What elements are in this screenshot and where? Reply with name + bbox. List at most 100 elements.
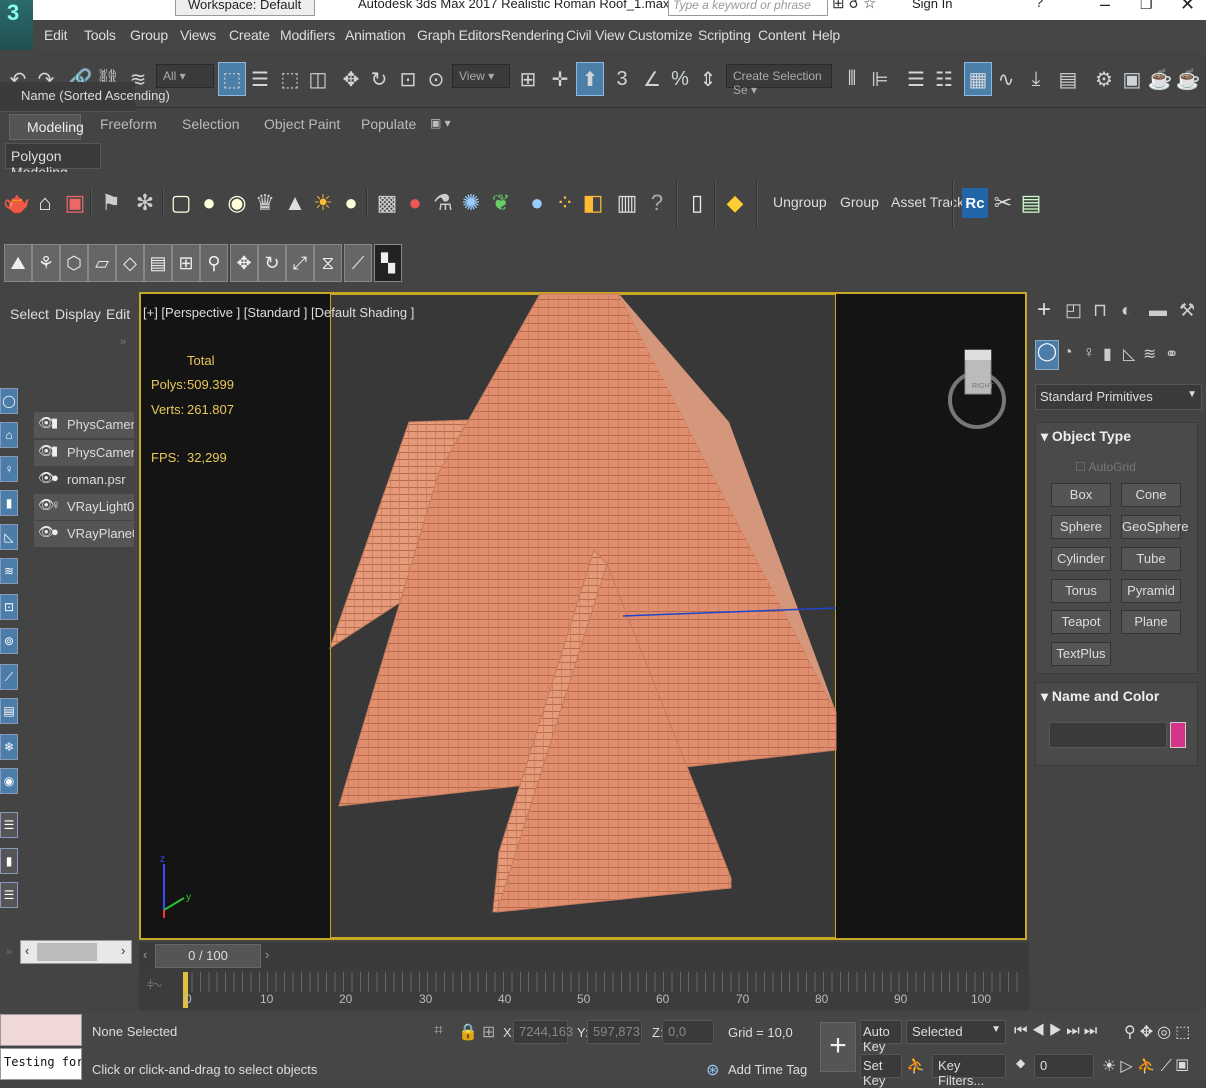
teapot-icon[interactable]: 🫖 xyxy=(3,188,30,218)
y-coordinate-field[interactable]: 597,873 xyxy=(587,1020,642,1044)
absolute-mode-icon[interactable]: ⊞ xyxy=(482,1022,495,1042)
display-geometry-icon[interactable]: ◯ xyxy=(0,388,18,414)
app-logo[interactable]: 3 xyxy=(0,0,33,50)
sphere-light-icon[interactable]: ◉ xyxy=(224,188,250,218)
sun-light-icon[interactable]: ☀ xyxy=(310,188,336,218)
scale-tool-icon[interactable]: ⤢ xyxy=(286,244,314,282)
time-tag-icon[interactable]: ⊛ xyxy=(706,1060,719,1080)
display-lights-icon[interactable]: ♀ xyxy=(0,456,18,482)
explorer-view-icon[interactable]: ▮ xyxy=(0,848,18,874)
x-coordinate-field[interactable]: 7244,163 xyxy=(513,1020,573,1044)
ambient-light-icon[interactable]: ● xyxy=(338,188,364,218)
selection-filter-dropdown[interactable]: All ▾ xyxy=(156,64,214,88)
recap-icon[interactable]: Rc xyxy=(962,188,988,218)
vray-frame-icon[interactable]: ◧ xyxy=(580,188,606,218)
rotate-tool-icon[interactable]: ↻ xyxy=(258,244,286,282)
modify-tab-icon[interactable]: ◰ xyxy=(1065,300,1082,321)
sphere-button[interactable]: Sphere xyxy=(1051,515,1111,539)
next-frame-icon[interactable]: › xyxy=(265,947,269,962)
tab-freeform[interactable]: Freeform xyxy=(100,116,157,132)
track-bar[interactable]: ⫩∿ 0 10 20 30 40 50 60 70 80 90 100 xyxy=(139,970,1029,1010)
menu-modifiers[interactable]: Modifiers xyxy=(280,27,335,43)
checker-icon[interactable]: ▚ xyxy=(374,244,402,282)
scroll-right-icon[interactable]: › xyxy=(121,943,125,958)
expand-icon[interactable]: » xyxy=(120,336,126,348)
vray-buffer-icon[interactable]: ▥ xyxy=(614,188,640,218)
collapse-icon[interactable]: » xyxy=(0,940,18,966)
display-groups-icon[interactable]: ⊡ xyxy=(0,594,18,620)
shapes-category-icon[interactable]: ◔ xyxy=(1063,344,1073,362)
mirror-tool-icon[interactable]: ⧖ xyxy=(314,244,342,282)
plane-button[interactable]: Plane xyxy=(1121,610,1181,634)
vray-grass-icon[interactable]: ❦ xyxy=(488,188,514,218)
rendered-frame-icon[interactable]: ▣ xyxy=(1118,62,1146,96)
stairs-icon[interactable]: ▤ xyxy=(144,244,172,282)
group-button[interactable]: Group xyxy=(840,194,879,210)
wall-icon[interactable]: ▱ xyxy=(88,244,116,282)
door-icon[interactable]: ⚲ xyxy=(200,244,228,282)
workspace-dropdown[interactable]: Workspace: Default xyxy=(175,0,315,16)
pivot-icon[interactable]: ⊞ xyxy=(514,62,542,96)
display-bones-icon[interactable]: ⟋ xyxy=(0,664,18,690)
time-slider-thumb[interactable]: 0 / 100 xyxy=(155,944,261,968)
systems-category-icon[interactable]: ⚭ xyxy=(1165,344,1178,364)
tools-icon[interactable]: ✂ xyxy=(990,188,1016,218)
teapot-button[interactable]: Teapot xyxy=(1051,610,1111,634)
menu-civil-view[interactable]: Civil View xyxy=(566,27,625,43)
selection-set-dropdown[interactable]: Create Selection Se ▾ xyxy=(726,64,832,97)
display-cameras-icon[interactable]: ▮ xyxy=(0,490,18,516)
scene-item-vrayplane[interactable]: 👁 ● VRayPlane001 xyxy=(34,521,134,547)
vray-scene-icon[interactable]: ◆ xyxy=(722,188,748,218)
display-helpers-icon[interactable]: ◺ xyxy=(0,524,18,550)
display-containers-icon[interactable]: ▤ xyxy=(0,698,18,724)
measure-icon[interactable]: ⟋ xyxy=(344,244,372,282)
mirror-icon[interactable]: ⫴ xyxy=(838,62,866,96)
display-xrefs-icon[interactable]: ⊚ xyxy=(0,628,18,654)
viewport-nav-top[interactable]: ⚲✥◎⬚ xyxy=(1124,1022,1194,1042)
material-icon[interactable]: ▣ xyxy=(62,188,88,218)
tab-populate[interactable]: Populate xyxy=(361,116,416,132)
menu-help[interactable]: Help xyxy=(812,27,840,43)
key-filters-button[interactable]: Key Filters... xyxy=(932,1054,1006,1088)
category-dropdown[interactable]: Standard Primitives ▼ xyxy=(1035,384,1202,410)
camera-icon[interactable]: ✻ xyxy=(132,188,158,218)
box-button[interactable]: Box xyxy=(1051,483,1111,507)
viewport-nav-bottom[interactable]: ☀▷⛹⟋▣ xyxy=(1102,1056,1193,1076)
menu-views[interactable]: Views xyxy=(180,27,216,43)
keyboard-shortcut-icon[interactable]: ⬆ xyxy=(576,62,604,96)
scene-column-header[interactable]: Name (Sorted Ascending) xyxy=(0,82,170,112)
explorer-layers-icon[interactable]: ☰ xyxy=(0,882,18,908)
display-visibility-icon[interactable]: ◉ xyxy=(0,768,18,794)
utilities-tab-icon[interactable]: ⚒ xyxy=(1179,300,1195,321)
toggle-ribbon-icon[interactable]: ☷ xyxy=(930,62,958,96)
name-color-header[interactable]: ▾ Name and Color xyxy=(1041,688,1159,705)
place-icon[interactable]: ⊙ xyxy=(422,62,450,96)
object-name-field[interactable] xyxy=(1049,722,1167,748)
select-by-name-icon[interactable]: ☰ xyxy=(246,62,274,96)
current-frame-field[interactable]: 0 xyxy=(1034,1054,1094,1078)
scene-explorer-icon[interactable]: ▦ xyxy=(964,62,992,96)
explorer-list-icon[interactable]: ☰ xyxy=(0,812,18,838)
scene-tab-edit[interactable]: Edit xyxy=(106,306,130,322)
scene-item-roman[interactable]: 👁 ● roman.psr xyxy=(34,467,134,493)
vray-colors-icon[interactable]: ⁘ xyxy=(552,188,578,218)
key-mode-dropdown[interactable]: Selected ▼ xyxy=(906,1020,1006,1044)
render-icon[interactable]: ☕ xyxy=(1146,62,1174,96)
create-tab-icon[interactable]: + xyxy=(1037,296,1051,324)
mesh-light-icon[interactable]: ♛ xyxy=(252,188,278,218)
hierarchy-tab-icon[interactable]: ⊓ xyxy=(1093,300,1107,321)
ungroup-button[interactable]: Ungroup xyxy=(773,194,827,210)
cylinder-button[interactable]: Cylinder xyxy=(1051,547,1111,571)
vray-help-icon[interactable]: ? xyxy=(644,188,670,218)
scene-item-vraylight[interactable]: 👁 ♀ VRayLight001 xyxy=(34,494,134,520)
lock-icon[interactable]: 🔒 xyxy=(458,1022,478,1042)
maxscript-listener-top[interactable] xyxy=(0,1014,82,1046)
menu-create[interactable]: Create xyxy=(229,27,270,43)
scale-icon[interactable]: ⊡ xyxy=(394,62,422,96)
dome-light-icon[interactable]: ● xyxy=(196,188,222,218)
scene-item-physcamera-1[interactable]: 👁 ▮ PhysCamera00 xyxy=(34,412,134,438)
render-iterative-icon[interactable]: ☕ xyxy=(1174,62,1202,96)
pyramid-button[interactable]: Pyramid xyxy=(1121,579,1181,603)
spinner-snap-icon[interactable]: ⇕ xyxy=(694,62,722,96)
help-icon[interactable]: ? xyxy=(1035,0,1043,11)
